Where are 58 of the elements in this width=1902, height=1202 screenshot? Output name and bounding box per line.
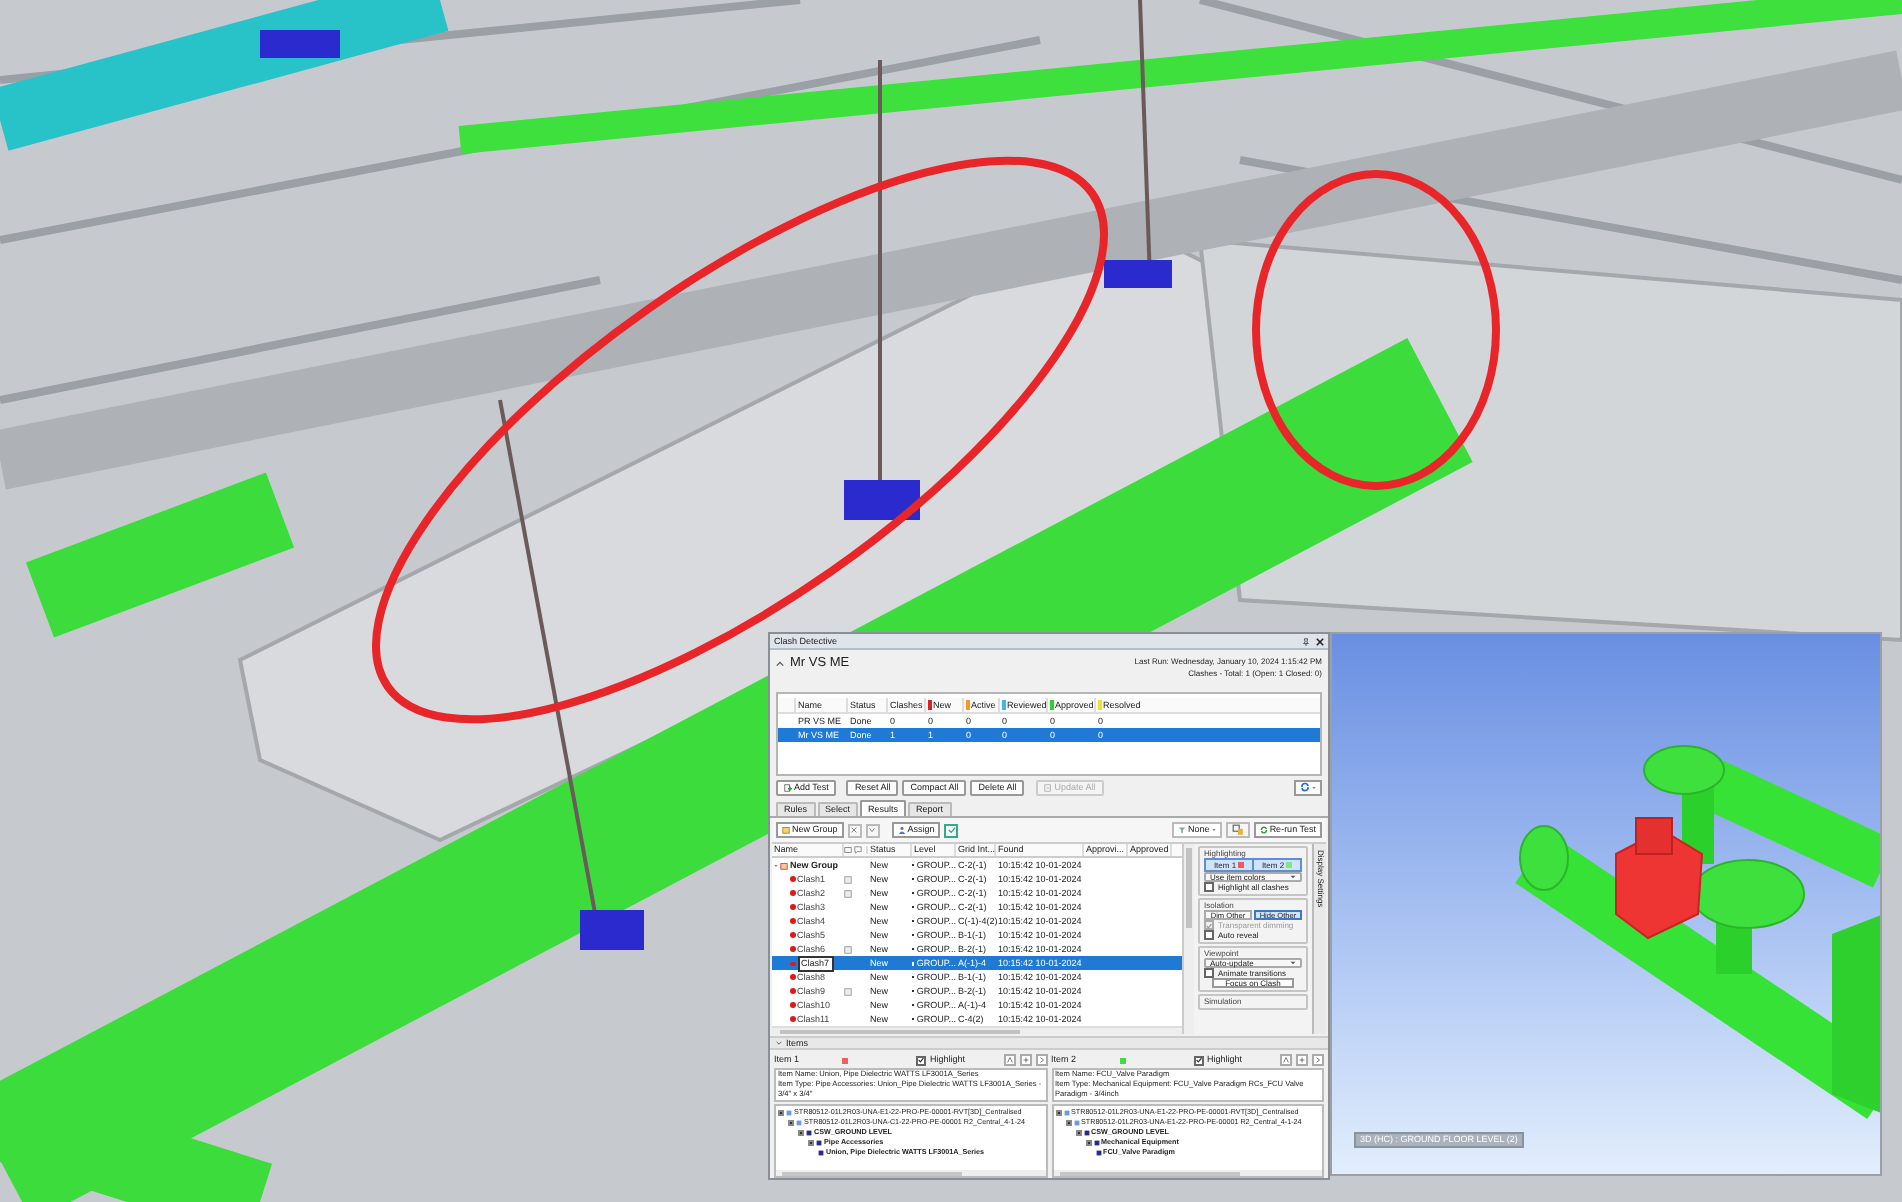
tree-node-icon: [796, 1120, 802, 1126]
checkbox[interactable]: [1204, 882, 1214, 892]
collapse-icon[interactable]: [776, 659, 784, 667]
tree-node-icon: [1095, 1150, 1101, 1156]
pin-icon[interactable]: [1302, 637, 1310, 645]
tool-icon: [1282, 1056, 1290, 1064]
refresh-button[interactable]: [1294, 779, 1322, 795]
refresh-icon: [1259, 826, 1268, 834]
close-icon[interactable]: [1316, 637, 1324, 645]
tree-node-icon: [816, 1140, 822, 1146]
vertical-scrollbar[interactable]: [1184, 844, 1194, 1034]
checkbox[interactable]: [1204, 930, 1214, 940]
tool-icon: [868, 826, 877, 834]
tool-icon: [1314, 1056, 1322, 1064]
refresh-icon: [1300, 782, 1310, 792]
tree-node-icon: [1093, 1140, 1099, 1146]
item-tool-button[interactable]: [1019, 1054, 1031, 1066]
item-tool-button[interactable]: [1312, 1054, 1324, 1066]
filter-icon: [1178, 826, 1187, 834]
group-icon: [780, 861, 788, 869]
collapse-icon[interactable]: [776, 1040, 782, 1046]
horizontal-scrollbar[interactable]: [772, 1026, 1182, 1034]
caret-icon: [1290, 960, 1296, 966]
tree-node-icon: [1083, 1130, 1089, 1136]
tree-node-icon: [1063, 1110, 1069, 1116]
checkbox[interactable]: [916, 1055, 926, 1065]
tool-icon: [850, 826, 859, 834]
check-icon: [947, 826, 956, 834]
horizontal-scrollbar[interactable]: [776, 1170, 1045, 1176]
comment-icon: [854, 846, 862, 854]
tool-icon: [1005, 1056, 1013, 1064]
item-tool-button[interactable]: [1280, 1054, 1292, 1066]
tree-node-icon: [806, 1130, 812, 1136]
folder-icon: [782, 826, 790, 834]
tree-node-icon: [818, 1150, 824, 1156]
add-test-icon: [784, 783, 792, 791]
horizontal-scrollbar[interactable]: [1053, 1170, 1322, 1176]
expand-icon[interactable]: [1085, 1140, 1091, 1146]
person-icon: [897, 826, 906, 834]
tool-icon: [1037, 1056, 1045, 1064]
image-icon: [844, 846, 852, 854]
item-tool-button[interactable]: [1003, 1054, 1015, 1066]
checkbox[interactable]: [1193, 1055, 1203, 1065]
expand-icon[interactable]: [1055, 1110, 1061, 1116]
toolbar-icon-button[interactable]: [847, 823, 862, 837]
item-tool-button[interactable]: [1035, 1054, 1047, 1066]
tree-node-icon: [786, 1110, 792, 1116]
tree-node-icon: [1073, 1120, 1079, 1126]
tool-icon: [1021, 1056, 1029, 1064]
toolbar-icon-button[interactable]: [1225, 822, 1250, 838]
export-icon: [1231, 824, 1244, 836]
item-tool-button[interactable]: [1296, 1054, 1308, 1066]
expand-icon[interactable]: [1075, 1130, 1081, 1136]
tool-icon: [1298, 1056, 1306, 1064]
expand-icon[interactable]: [1065, 1120, 1071, 1126]
document-icon: [1044, 783, 1053, 791]
toolbar-icon-button[interactable]: [944, 823, 959, 837]
checkbox[interactable]: [1204, 968, 1214, 978]
